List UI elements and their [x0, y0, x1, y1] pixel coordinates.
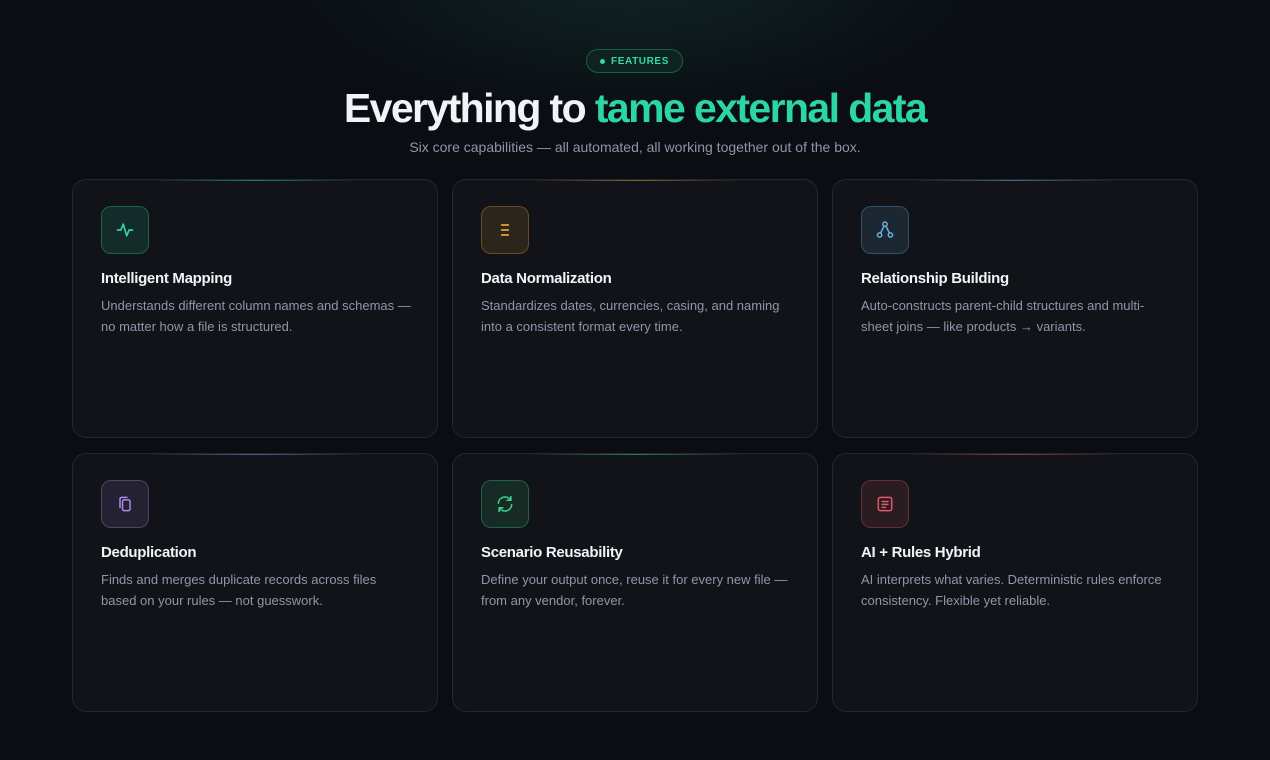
badge-label: FEATURES	[611, 55, 669, 67]
title-accent: tame external data	[594, 85, 928, 131]
feature-description: Define your output once, reuse it for ev…	[481, 572, 788, 608]
card-glow	[525, 454, 745, 455]
feature-title: Deduplication	[101, 544, 197, 561]
feature-grid: Intelligent Mapping Understands differen…	[72, 179, 1199, 712]
feature-description: Auto-constructs parent-child structures …	[861, 298, 1145, 334]
feature-card-deduplication: Deduplication Finds and merges duplicate…	[72, 453, 438, 712]
document-icon	[877, 496, 893, 512]
card-glow	[145, 454, 365, 455]
activity-icon	[116, 223, 134, 237]
feature-description: AI interprets what varies. Deterministic…	[861, 572, 1162, 608]
hierarchy-icon	[876, 221, 894, 238]
copy-icon	[119, 496, 131, 512]
feature-title: Relationship Building	[861, 270, 1009, 287]
feature-icon-box	[861, 480, 909, 528]
feature-description: Finds and merges duplicate records acros…	[101, 572, 377, 608]
feature-title: Intelligent Mapping	[101, 270, 232, 287]
dot-icon	[600, 58, 606, 64]
card-glow	[905, 454, 1125, 455]
feature-icon-box	[481, 206, 529, 254]
card-glow	[905, 180, 1125, 181]
card-glow	[145, 180, 365, 181]
refresh-icon	[497, 495, 513, 513]
features-section: FEATURES Everything to tame external dat…	[0, 0, 1270, 760]
feature-icon-box	[481, 480, 529, 528]
title-plain: Everything to	[343, 85, 595, 131]
feature-card-relationship-building: Relationship Building Auto-constructs pa…	[832, 179, 1198, 438]
page-title: Everything to tame external data	[0, 84, 1270, 132]
feature-card-ai-rules-hybrid: AI + Rules Hybrid AI interprets what var…	[832, 453, 1198, 712]
list-icon	[500, 224, 510, 236]
feature-description: Understands different column names and s…	[101, 298, 411, 334]
feature-icon-box	[101, 480, 149, 528]
feature-icon-box	[861, 206, 909, 254]
feature-card-scenario-reusability: Scenario Reusability Define your output …	[452, 453, 818, 712]
feature-title: AI + Rules Hybrid	[861, 544, 981, 561]
card-glow	[525, 180, 745, 181]
feature-title: Scenario Reusability	[481, 544, 623, 561]
feature-icon-box	[101, 206, 149, 254]
feature-description: Standardizes dates, currencies, casing, …	[481, 298, 780, 334]
page-subtitle: Six core capabilities — all automated, a…	[409, 139, 861, 155]
feature-title: Data Normalization	[481, 270, 612, 287]
feature-card-intelligent-mapping: Intelligent Mapping Understands differen…	[72, 179, 438, 438]
features-badge: FEATURES	[586, 49, 683, 73]
feature-card-data-normalization: Data Normalization Standardizes dates, c…	[452, 179, 818, 438]
